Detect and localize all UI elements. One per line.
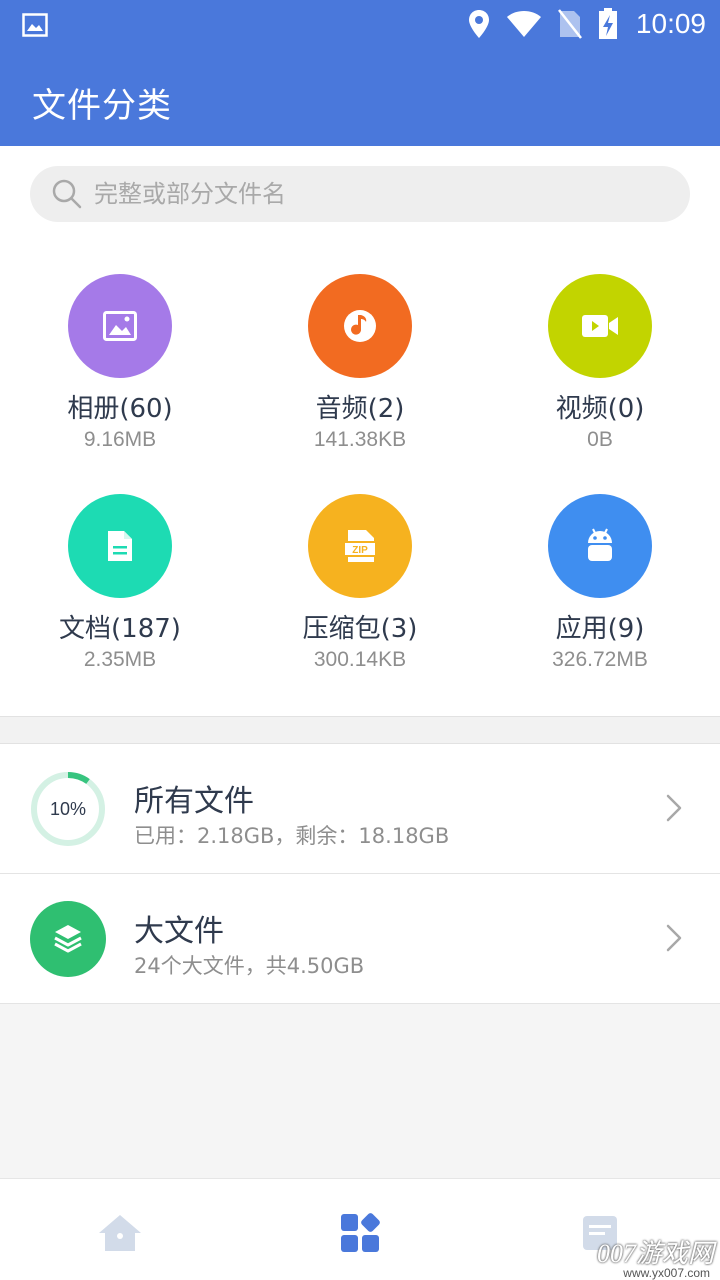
all-files-row[interactable]: 10% 所有文件 已用：2.18GB，剩余：18.18GB [0,744,720,874]
category-documents[interactable]: 文档(187) 2.35MB [0,494,240,672]
watermark-logo: 007游戏网 [596,1239,714,1268]
watermark-url: www.yx007.com [623,1266,710,1280]
zip-icon: ZIP [308,494,412,598]
chevron-right-icon [666,794,682,826]
category-size: 300.14KB [313,648,407,671]
category-label: 文档(187) [59,614,181,644]
category-size: 2.35MB [83,648,157,671]
battery-charging-icon [598,8,618,40]
document-icon [68,494,172,598]
categories-icon[interactable] [336,1209,384,1257]
no-sim-icon [557,9,582,39]
category-label: 相册(60) [67,394,173,424]
category-size: 141.38KB [313,428,407,451]
video-icon [548,274,652,378]
category-apps[interactable]: 应用(9) 326.72MB [480,494,720,672]
all-files-title: 所有文件 [134,784,254,819]
section-divider [0,716,720,744]
usage-percent: 10% [49,799,87,819]
wifi-icon [506,10,542,38]
category-archives[interactable]: ZIP 压缩包(3) 300.14KB [240,494,480,672]
image-notification-icon [22,13,48,41]
large-files-row[interactable]: 大文件 24个大文件，共4.50GB [0,874,720,1004]
svg-text:ZIP: ZIP [352,545,368,556]
storage-usage-ring: 10% [30,771,106,847]
android-icon [548,494,652,598]
app-bar: 10:09 文件分类 [0,0,720,146]
large-files-subtitle: 24个大文件，共4.50GB [134,954,365,978]
category-video[interactable]: 视频(0) 0B [480,274,720,452]
category-label: 音频(2) [315,394,405,424]
status-bar: 10:09 [0,0,720,52]
status-time: 10:09 [635,8,706,39]
category-panel: 相册(60) 9.16MB 音频(2) 141.38KB 视频(0) 0B 文档… [0,146,720,716]
category-label: 视频(0) [555,394,645,424]
search-icon [52,179,82,209]
search-bar[interactable] [30,166,690,222]
all-files-subtitle: 已用：2.18GB，剩余：18.18GB [134,824,450,848]
search-input[interactable] [94,180,654,208]
home-icon[interactable] [96,1209,144,1257]
page-title: 文件分类 [32,86,172,126]
chevron-right-icon [666,924,682,956]
storage-list: 10% 所有文件 已用：2.18GB，剩余：18.18GB 大文件 24个大文件… [0,744,720,1004]
image-icon [68,274,172,378]
category-label: 应用(9) [555,614,645,644]
location-icon [468,9,490,39]
category-size: 9.16MB [83,428,157,451]
category-size: 0B [587,428,613,451]
bottom-navigation: 007游戏网 www.yx007.com [0,1178,720,1280]
layers-icon [30,901,106,977]
category-label: 压缩包(3) [302,614,418,644]
category-photos[interactable]: 相册(60) 9.16MB [0,274,240,452]
category-size: 326.72MB [552,648,648,671]
music-icon [308,274,412,378]
large-files-title: 大文件 [134,914,224,949]
category-audio[interactable]: 音频(2) 141.38KB [240,274,480,452]
